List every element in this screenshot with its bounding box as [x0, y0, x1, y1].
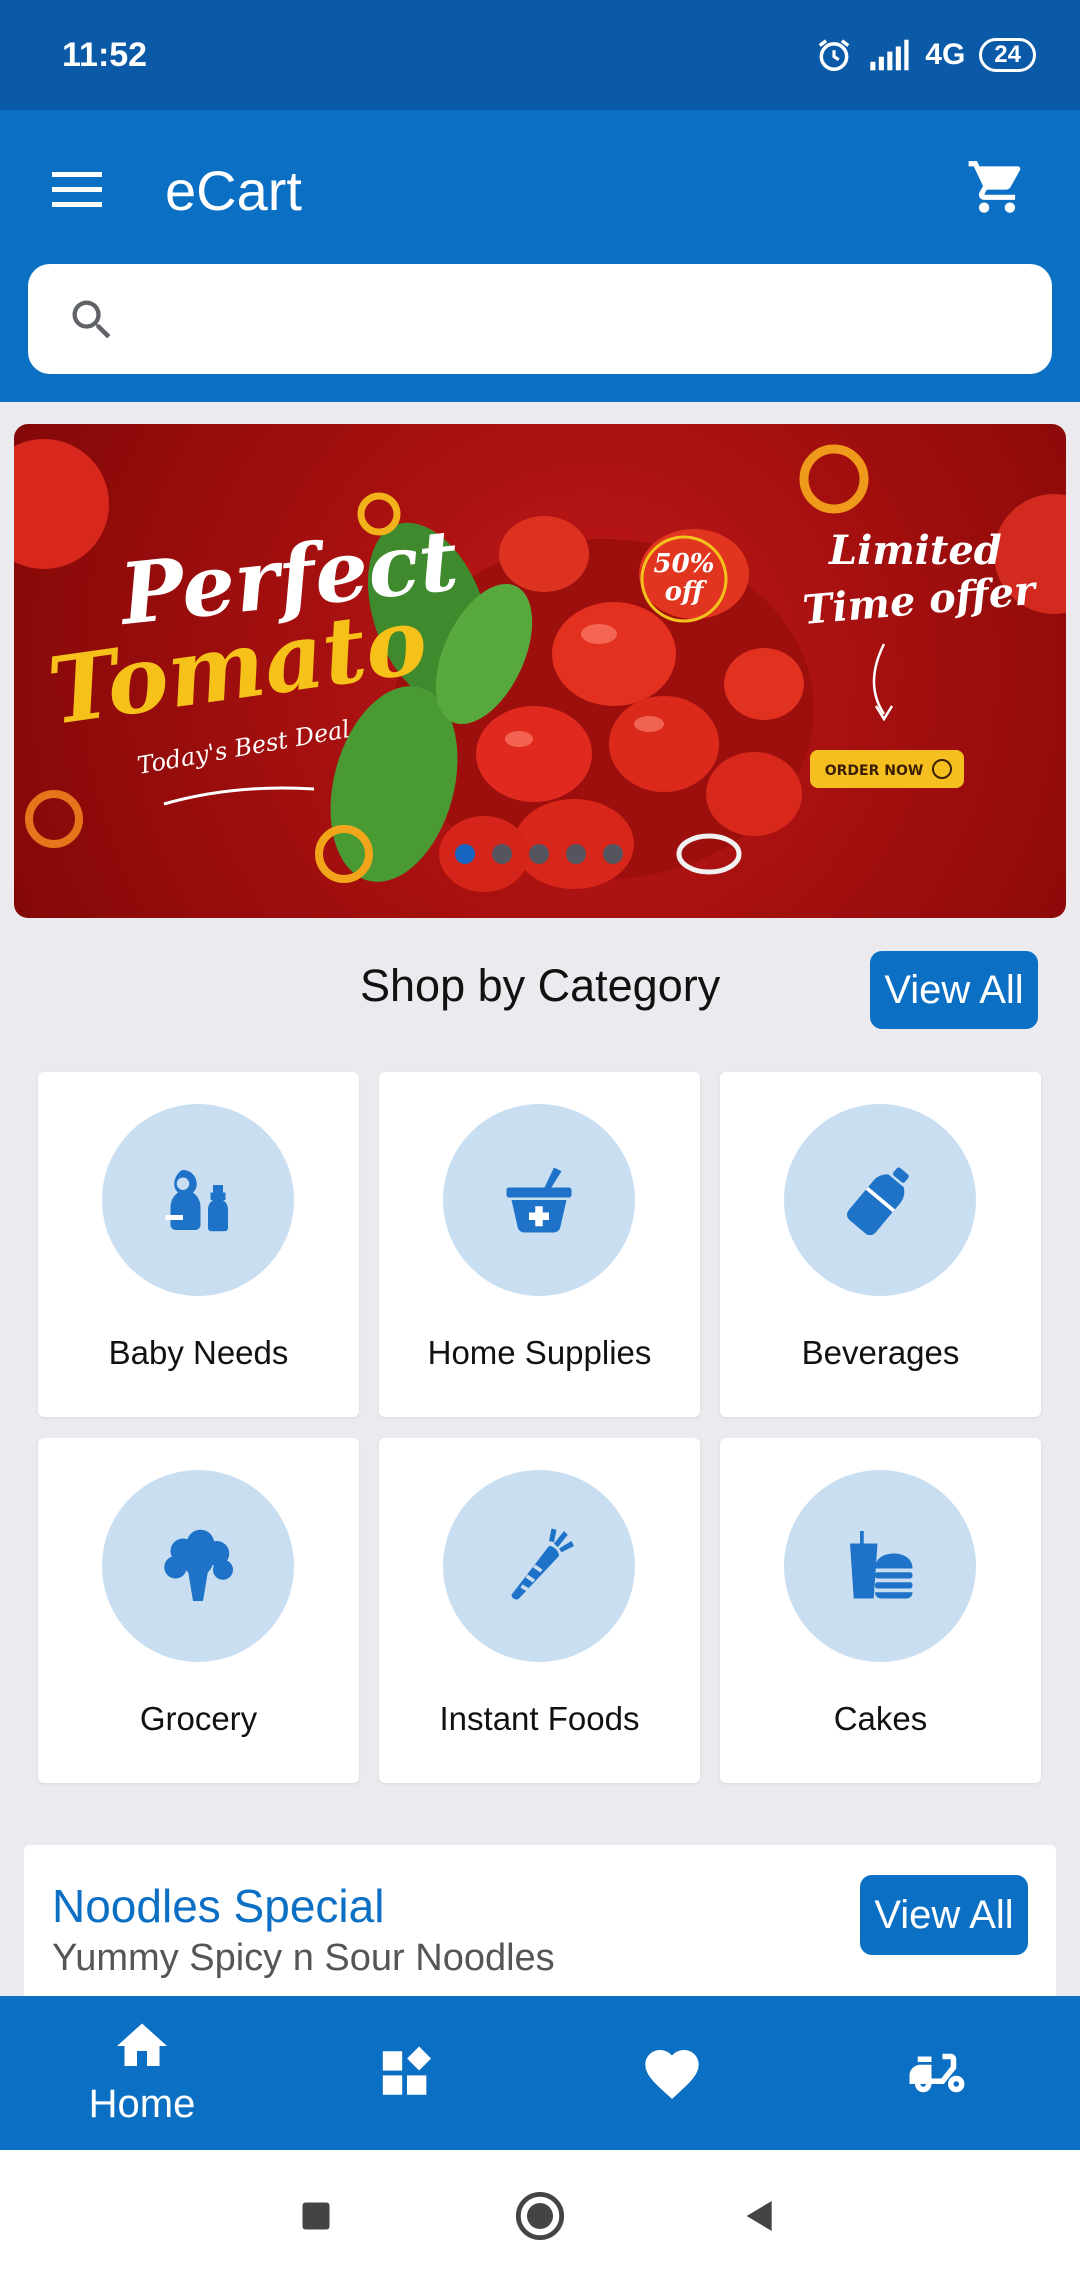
categories-view-all-button[interactable]: View All: [870, 951, 1038, 1029]
svg-text:ORDER NOW: ORDER NOW: [825, 763, 924, 779]
category-icon-circle: [443, 1104, 635, 1296]
baby-bottle-icon: [165, 1170, 228, 1232]
status-time: 11:52: [62, 36, 148, 74]
category-grid: Baby Needs Home Supplies Beverages Groce…: [38, 1072, 1042, 1783]
banner-pagination[interactable]: [455, 844, 623, 864]
bottom-navigation: Home: [0, 1996, 1080, 2150]
category-icon-circle: [102, 1470, 294, 1662]
category-label: Cakes: [833, 1700, 928, 1737]
status-icons: 4G 24: [815, 36, 1036, 74]
section-title: Shop by Category: [360, 960, 721, 1011]
svg-text:Limited: Limited: [828, 527, 1002, 574]
system-navigation-bar: [0, 2150, 1080, 2280]
promo-subtitle: Yummy Spicy n Sour Noodles: [52, 1937, 555, 1979]
back-icon[interactable]: [740, 2196, 780, 2236]
search-bar[interactable]: [28, 264, 1052, 374]
pagination-dot[interactable]: [603, 844, 623, 864]
category-label: Baby Needs: [108, 1334, 289, 1371]
noodles-promo-section: Noodles Special Yummy Spicy n Sour Noodl…: [24, 1845, 1056, 2005]
pagination-dot[interactable]: [566, 844, 586, 864]
category-icon-circle: [784, 1104, 976, 1296]
search-icon: [72, 300, 111, 339]
status-bar: 11:52 4G 24: [0, 0, 1080, 110]
burger-drink-icon: [850, 1531, 913, 1599]
nav-item-orders[interactable]: [802, 1996, 1072, 2150]
search-input[interactable]: [138, 284, 1022, 356]
home-icon: [117, 2023, 167, 2066]
promo-banner[interactable]: 50% off Perfect Tomato Today's Best Deal…: [14, 424, 1066, 918]
category-card-instant-foods[interactable]: Instant Foods: [379, 1438, 700, 1783]
app-title: eCart: [165, 159, 302, 222]
battery-icon: 24: [979, 38, 1036, 72]
nav-label-home: Home: [88, 2082, 196, 2126]
battery-level: 24: [994, 41, 1021, 68]
medicine-basket-icon: [506, 1167, 572, 1233]
nav-item-categories[interactable]: [272, 1996, 542, 2150]
broccoli-icon: [164, 1529, 233, 1601]
signal-icon: [870, 39, 909, 71]
cart-icon[interactable]: [966, 156, 1028, 218]
home-circle-icon[interactable]: [514, 2190, 566, 2242]
pagination-dot[interactable]: [492, 844, 512, 864]
category-icon-circle: [784, 1470, 976, 1662]
svg-text:Time offer: Time offer: [801, 567, 1040, 634]
pagination-dot[interactable]: [529, 844, 549, 864]
category-card-grocery[interactable]: Grocery: [38, 1438, 359, 1783]
nav-item-favorites[interactable]: [537, 1996, 807, 2150]
category-label: Grocery: [139, 1700, 258, 1737]
promo-view-all-button[interactable]: View All: [860, 1875, 1028, 1955]
recents-icon[interactable]: [298, 2198, 334, 2234]
pagination-dot[interactable]: [455, 844, 475, 864]
alarm-icon: [818, 39, 850, 71]
category-label: Beverages: [801, 1334, 960, 1371]
promo-title: Noodles Special: [52, 1880, 385, 1932]
category-card-beverages[interactable]: Beverages: [720, 1072, 1041, 1417]
category-icon-circle: [443, 1470, 635, 1662]
categories-icon: [382, 2046, 432, 2095]
heart-icon: [645, 2050, 699, 2099]
carrot-icon: [511, 1528, 574, 1600]
menu-icon[interactable]: [52, 170, 102, 210]
svg-text:off: off: [665, 577, 708, 607]
category-card-baby-needs[interactable]: Baby Needs: [38, 1072, 359, 1417]
nav-item-home[interactable]: Home: [7, 1996, 277, 2150]
category-label: Home Supplies: [427, 1334, 652, 1371]
category-icon-circle: [102, 1104, 294, 1296]
network-type: 4G: [925, 38, 966, 71]
bottle-icon: [847, 1167, 909, 1236]
category-label: Instant Foods: [439, 1700, 640, 1737]
category-card-home-supplies[interactable]: Home Supplies: [379, 1072, 700, 1417]
svg-text:50%: 50%: [654, 549, 715, 579]
app-bar: eCart: [0, 110, 1080, 402]
delivery-scooter-icon: [909, 2053, 965, 2093]
category-card-cakes[interactable]: Cakes: [720, 1438, 1041, 1783]
